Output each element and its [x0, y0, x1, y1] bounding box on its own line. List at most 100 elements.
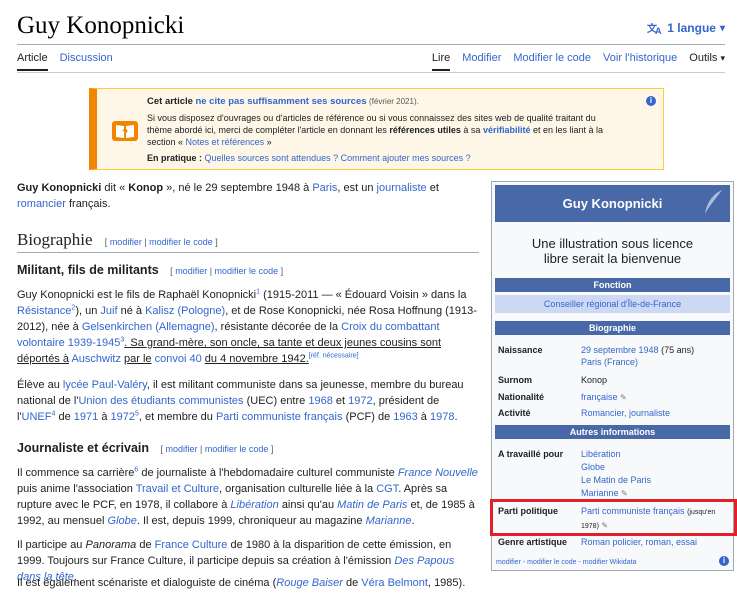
nationality-link[interactable]: française — [581, 392, 618, 402]
link-1972[interactable]: 1972 — [348, 395, 372, 407]
ref-6[interactable]: 6 — [134, 466, 138, 473]
edit-link[interactable]: modifier — [175, 266, 207, 276]
expected-sources-link[interactable]: Quelles sources sont attendues ? — [205, 153, 339, 163]
tab-edit[interactable]: Modifier — [462, 52, 501, 71]
verifiability-link[interactable]: vérifiabilité — [483, 125, 531, 135]
link-resistance[interactable]: Résistance — [17, 305, 71, 317]
tab-edit-code[interactable]: Modifier le code — [513, 52, 591, 71]
link-1978[interactable]: 1978 — [430, 411, 454, 423]
notice-line: section « Notes et références » — [147, 136, 641, 148]
practice-label: En pratique : — [147, 153, 203, 163]
page-title: Guy Konopnicki — [17, 12, 185, 39]
link-vera-belmont[interactable]: Véra Belmont — [361, 577, 428, 589]
notice-text: thème abordé ici, merci de compléter l'a… — [147, 125, 387, 135]
employer-link[interactable]: Marianne — [581, 488, 619, 498]
pencil-icon[interactable]: ✎ — [620, 393, 627, 402]
citation-needed[interactable]: [réf. nécessaire] — [309, 352, 359, 359]
link-france-nouvelle[interactable]: France Nouvelle — [398, 467, 478, 479]
birth-place-link[interactable]: Paris (France) — [581, 357, 638, 367]
link-kalisz[interactable]: Kalisz — [145, 305, 174, 317]
no-image-notice[interactable]: Une illustration sous licence libre sera… — [492, 236, 733, 266]
link-auschwitz[interactable]: Auschwitz — [71, 353, 121, 365]
row-value: Libération Globe Le Matin de Paris Maria… — [581, 448, 729, 500]
notice-text-bold: références utiles — [389, 125, 461, 135]
edit-code-link[interactable]: modifier le code — [149, 237, 213, 247]
link-matin-de-paris[interactable]: Matin de Paris — [337, 499, 407, 511]
infobox-footer-links[interactable]: modifier - modifier le code - modifier W… — [496, 557, 729, 569]
row-nationalite: Nationalité française ✎ — [498, 391, 729, 404]
edit-code-link[interactable]: modifier le code — [205, 444, 269, 454]
edit-link[interactable]: modifier — [166, 444, 198, 454]
text: Toujours sur France Culture, il particip… — [47, 555, 392, 567]
edit-link[interactable]: modifier — [110, 237, 142, 247]
text: , et de Rose Konopnicki, née Rosa Hoffnu… — [225, 305, 477, 317]
ref-1[interactable]: 1 — [256, 288, 260, 295]
language-button[interactable]: 文 A 1 langue ▾ — [647, 21, 725, 35]
link-pcf[interactable]: Parti communiste français — [216, 411, 343, 423]
row-key: Activité — [498, 408, 531, 418]
info-icon[interactable]: i — [646, 96, 656, 106]
genre-link[interactable]: Roman policier, roman, essai — [581, 537, 697, 547]
book-icon: ? — [112, 121, 138, 141]
text: de — [58, 411, 71, 423]
add-sources-link[interactable]: Comment ajouter mes sources ? — [341, 153, 471, 163]
birth-date-link[interactable]: 29 septembre 1948 — [581, 345, 659, 355]
link-france-culture[interactable]: France Culture — [155, 539, 228, 551]
employer-link[interactable]: Globe — [581, 462, 605, 472]
link-convoi[interactable]: convoi 40 — [155, 353, 202, 365]
notes-link[interactable]: Notes et références — [186, 137, 265, 147]
link-cgt[interactable]: CGT — [376, 483, 398, 495]
tools-menu[interactable]: Outils ▾ — [689, 52, 725, 71]
notice-body: Cet article ne cite pas suffisamment ses… — [147, 95, 641, 164]
tab-history[interactable]: Voir l'historique — [603, 52, 677, 71]
link-lycee[interactable]: lycée Paul-Valéry — [63, 379, 147, 391]
row-value: Roman policier, roman, essai — [581, 536, 729, 548]
info-icon[interactable]: i — [719, 556, 729, 566]
link-1971[interactable]: 1971 — [74, 411, 98, 423]
pencil-icon[interactable]: ✎ — [621, 489, 628, 498]
link-travail-culture[interactable]: Travail et Culture — [136, 483, 219, 495]
text: de — [139, 539, 152, 551]
link-juif[interactable]: Juif — [100, 305, 117, 317]
link-romancier[interactable]: romancier — [17, 198, 66, 210]
link-marianne[interactable]: Marianne — [366, 515, 412, 527]
tab-discussion[interactable]: Discussion — [60, 52, 113, 71]
row-value: Konop — [581, 375, 608, 385]
text: Guy Konopnicki est le fils de Raphaël Ko… — [17, 289, 257, 301]
link-1972-b[interactable]: 1972 — [111, 411, 135, 423]
section-heading-journaliste: Journaliste et écrivain [ modifier | mod… — [17, 441, 273, 455]
text: et — [335, 395, 346, 407]
role-link[interactable]: Conseiller régional d'Île-de-France — [495, 295, 730, 313]
link-unef[interactable]: UNEF — [22, 411, 52, 423]
link-1939-1945[interactable]: 1939-1945 — [68, 337, 121, 349]
notice-line: thème abordé ici, merci de compléter l'a… — [147, 124, 641, 136]
employer-link[interactable]: Libération — [581, 449, 621, 459]
link-pologne[interactable]: (Pologne) — [177, 305, 225, 317]
activity-link[interactable]: Romancier, journaliste — [581, 408, 670, 418]
row-value: française ✎ — [581, 391, 729, 404]
notice-title-link[interactable]: ne cite pas suffisamment ses sources — [195, 96, 366, 107]
tab-read[interactable]: Lire — [431, 52, 451, 71]
paragraph-family: Guy Konopnicki est le fils de Raphaël Ko… — [17, 287, 479, 367]
row-key: Surnom — [498, 375, 533, 385]
bold-nick: Konop — [128, 182, 164, 194]
link-rouge-baiser[interactable]: Rouge Baiser — [276, 577, 343, 589]
link-uec[interactable]: Union des étudiants communistes — [78, 395, 243, 407]
link-allemagne[interactable]: (Allemagne) — [155, 321, 214, 333]
link-journaliste[interactable]: journaliste — [377, 182, 427, 194]
row-activite: Activité Romancier, journaliste — [498, 407, 729, 419]
link-liberation[interactable]: Libération — [230, 499, 278, 511]
employer-link[interactable]: Le Matin de Paris — [581, 475, 651, 485]
link-globe[interactable]: Globe — [108, 515, 137, 527]
paragraph-cinema: Il est également scénariste et dialoguis… — [17, 575, 479, 591]
ref-4[interactable]: 4 — [52, 410, 56, 417]
tab-article[interactable]: Article — [17, 52, 48, 71]
link-paris[interactable]: Paris — [312, 182, 337, 194]
notice-date: (février 2021). — [369, 97, 419, 106]
edit-code-link[interactable]: modifier le code — [215, 266, 279, 276]
link-1968[interactable]: 1968 — [308, 395, 332, 407]
svg-text:?: ? — [122, 128, 128, 139]
link-gelsenkirchen[interactable]: Gelsenkirchen — [82, 321, 152, 333]
text: puis — [17, 483, 38, 495]
link-1963[interactable]: 1963 — [393, 411, 417, 423]
